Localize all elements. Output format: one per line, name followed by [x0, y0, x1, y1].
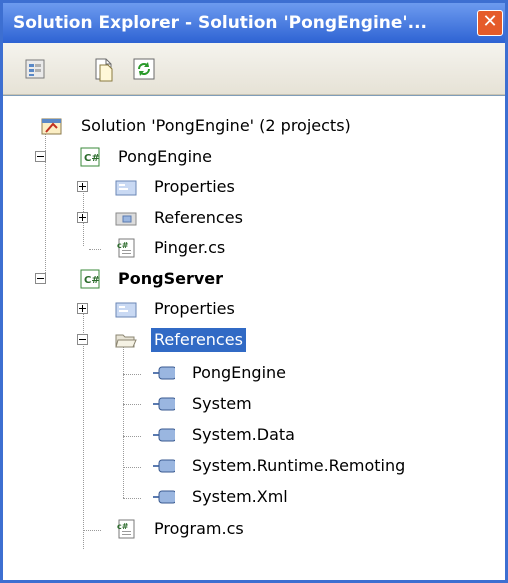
tree-item-reference[interactable]: System.Runtime.Remoting	[3, 451, 505, 481]
tree-item-project-pongserver[interactable]: C# PongServer	[3, 264, 505, 294]
tree-item-label: Program.cs	[154, 519, 244, 538]
reference-icon	[153, 490, 175, 504]
tree-item-reference[interactable]: System.Xml	[3, 482, 505, 512]
collapse-toggle[interactable]	[35, 151, 46, 162]
tree-item-label: System.Runtime.Remoting	[192, 456, 406, 475]
svg-text:C#: C#	[84, 275, 100, 286]
tree-item-label: Solution 'PongEngine' (2 projects)	[81, 116, 351, 135]
tree-item-label: System	[192, 394, 252, 413]
reference-icon	[153, 397, 175, 411]
tree-item-references[interactable]: References	[3, 203, 505, 233]
expand-toggle[interactable]	[77, 303, 88, 314]
tree-item-reference[interactable]: System	[3, 389, 505, 419]
tree-item-label: References	[154, 208, 243, 227]
title-bar[interactable]: Solution Explorer - Solution 'PongEngine…	[3, 3, 505, 43]
expand-toggle[interactable]	[77, 212, 88, 223]
properties-icon	[25, 59, 45, 79]
solution-icon	[41, 118, 62, 135]
csharp-project-icon: C#	[80, 269, 100, 289]
reference-icon	[153, 459, 175, 473]
csharp-file-icon: c#	[117, 519, 135, 539]
tree-item-references-selected[interactable]: References	[3, 325, 505, 355]
close-button[interactable]: ✕	[477, 10, 503, 36]
tree-item-reference[interactable]: System.Data	[3, 420, 505, 450]
svg-text:c#: c#	[117, 241, 129, 250]
tree-item-label: References	[151, 328, 246, 352]
tree-item-label: PongServer	[118, 269, 223, 288]
tree-item-properties[interactable]: Properties	[3, 172, 505, 202]
tree-item-reference[interactable]: PongEngine	[3, 358, 505, 388]
tree-item-label: PongEngine	[118, 147, 212, 166]
csharp-file-icon: c#	[117, 238, 135, 258]
collapse-toggle[interactable]	[35, 273, 46, 284]
properties-folder-icon	[115, 180, 137, 196]
show-all-files-button[interactable]	[91, 56, 119, 82]
tree-item-solution[interactable]: Solution 'PongEngine' (2 projects)	[3, 111, 505, 141]
reference-icon	[153, 428, 175, 442]
csharp-project-icon: C#	[80, 147, 100, 167]
tree-item-label: Properties	[154, 299, 235, 318]
tree-item-properties[interactable]: Properties	[3, 294, 505, 324]
svg-text:C#: C#	[84, 153, 100, 164]
solution-tree-panel[interactable]: Solution 'PongEngine' (2 projects) C# Po…	[3, 95, 505, 580]
toolbar	[3, 43, 505, 95]
tree-item-label: System.Data	[192, 425, 295, 444]
solution-explorer-window: Solution Explorer - Solution 'PongEngine…	[0, 0, 508, 583]
window-title: Solution Explorer - Solution 'PongEngine…	[13, 13, 427, 33]
open-folder-icon	[115, 334, 137, 348]
refresh-button[interactable]	[131, 56, 159, 82]
tree-item-file[interactable]: c# Program.cs	[3, 514, 505, 544]
refresh-icon	[133, 58, 155, 80]
references-folder-icon	[115, 212, 137, 226]
collapse-toggle[interactable]	[77, 334, 88, 345]
tree-item-label: System.Xml	[192, 487, 288, 506]
solution-tree[interactable]: Solution 'PongEngine' (2 projects) C# Po…	[3, 96, 505, 581]
tree-item-file[interactable]: c# Pinger.cs	[3, 233, 505, 263]
tree-item-label: PongEngine	[192, 363, 286, 382]
expand-toggle[interactable]	[77, 181, 88, 192]
tree-item-label: Properties	[154, 177, 235, 196]
properties-button[interactable]	[23, 56, 51, 82]
properties-folder-icon	[115, 302, 137, 318]
svg-text:c#: c#	[117, 522, 129, 531]
reference-icon	[153, 366, 175, 380]
show-all-files-icon	[95, 58, 113, 82]
tree-item-project-pongengine[interactable]: C# PongEngine	[3, 142, 505, 172]
tree-item-label: Pinger.cs	[154, 238, 226, 257]
